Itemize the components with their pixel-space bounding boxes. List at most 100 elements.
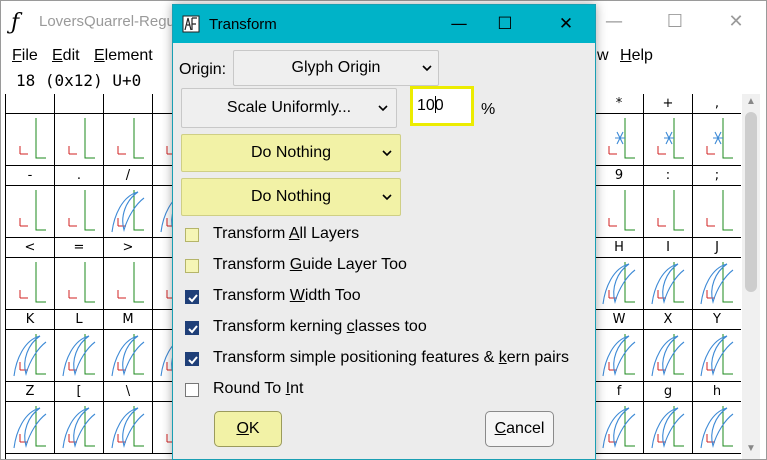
glyph-cell[interactable] <box>644 186 693 237</box>
dialog-maximize-icon[interactable]: ☐ <box>489 11 521 37</box>
scroll-thumb[interactable] <box>745 112 757 292</box>
minimize-icon[interactable]: — <box>599 9 629 35</box>
scale-percent-input[interactable]: 100 <box>410 86 474 126</box>
glyph-label: h <box>712 384 722 399</box>
glyph-cell[interactable] <box>6 402 55 453</box>
glyph-cell[interactable] <box>104 186 153 237</box>
glyph-cell-label[interactable]: L <box>55 310 104 329</box>
glyph-cell-label[interactable]: < <box>6 238 55 257</box>
glyph-cell-label[interactable]: - <box>6 166 55 185</box>
glyph-cell-label[interactable]: H <box>595 238 644 257</box>
ok-button[interactable]: OK <box>214 411 282 447</box>
transform-type-dropdown[interactable]: Scale Uniformly... <box>181 88 397 128</box>
glyph-cell[interactable] <box>644 402 693 453</box>
glyph-cell-label[interactable]: * <box>595 94 644 113</box>
glyph-cell[interactable] <box>55 402 104 453</box>
glyph-cell[interactable] <box>644 114 693 165</box>
maximize-icon[interactable]: ☐ <box>660 9 690 35</box>
glyph-cell[interactable] <box>55 186 104 237</box>
glyph-cell-label[interactable]: f <box>595 382 644 401</box>
second-transform-dropdown[interactable]: Do Nothing <box>181 134 401 172</box>
checkbox-width[interactable] <box>185 290 199 304</box>
glyph-cell-label[interactable]: ; <box>693 166 741 185</box>
glyph-cell[interactable] <box>644 330 693 381</box>
checkbox-all-layers[interactable] <box>185 228 199 242</box>
glyph-label: Z <box>25 384 35 399</box>
glyph-cell-label[interactable]: g <box>644 382 693 401</box>
glyph-cell[interactable] <box>6 114 55 165</box>
checkmark-icon <box>188 294 198 303</box>
scroll-down-icon[interactable]: ▼ <box>745 444 757 454</box>
glyph-info-line: 18 (0x12) U+0 <box>16 71 142 90</box>
glyph-cell[interactable] <box>693 330 741 381</box>
chevron-down-icon <box>378 105 388 112</box>
glyph-cell-label[interactable]: + <box>644 94 693 113</box>
glyph-cell-label[interactable]: / <box>104 166 153 185</box>
glyph-cell-label[interactable]: > <box>104 238 153 257</box>
dialog-titlebar[interactable]: Transform — ☐ ✕ <box>173 5 595 43</box>
glyph-cell-label[interactable]: Y <box>693 310 741 329</box>
glyph-cell-label[interactable]: 9 <box>595 166 644 185</box>
dialog-minimize-icon[interactable]: — <box>443 11 475 37</box>
glyph-cell-label[interactable]: . <box>55 166 104 185</box>
glyph-cell-label[interactable]: J <box>693 238 741 257</box>
glyph-cell-label[interactable]: : <box>644 166 693 185</box>
menu-edit[interactable]: Edit <box>52 47 80 65</box>
grid-scrollbar[interactable]: ▲ ▼ <box>742 94 760 459</box>
glyph-cell[interactable] <box>595 402 644 453</box>
glyph-cell[interactable] <box>693 402 741 453</box>
glyph-cell-label[interactable]: Z <box>6 382 55 401</box>
checkbox-kerning-classes[interactable] <box>185 321 199 335</box>
glyph-cell[interactable] <box>693 186 741 237</box>
glyph-label: < <box>24 240 36 255</box>
menu-element[interactable]: Element <box>94 47 153 65</box>
checkbox-guide-layer[interactable] <box>185 259 199 273</box>
glyph-cell[interactable] <box>595 330 644 381</box>
glyph-cell-label[interactable] <box>55 94 104 113</box>
scroll-up-icon[interactable]: ▲ <box>745 97 757 107</box>
menu-help-label: elp <box>631 47 653 64</box>
glyph-cell[interactable] <box>104 330 153 381</box>
close-icon[interactable]: ✕ <box>721 9 751 35</box>
glyph-cell[interactable] <box>595 186 644 237</box>
glyph-label: K <box>25 312 35 327</box>
glyph-cell-label[interactable]: = <box>55 238 104 257</box>
menu-view[interactable]: w <box>597 47 609 65</box>
glyph-cell-label[interactable]: W <box>595 310 644 329</box>
checkbox-round-to-int[interactable] <box>185 383 199 397</box>
dialog-close-icon[interactable]: ✕ <box>550 11 582 37</box>
glyph-label: W <box>612 312 626 327</box>
glyph-cell[interactable] <box>6 330 55 381</box>
menu-help[interactable]: Help <box>620 47 653 65</box>
option-label-guide-layer: Transform Guide Layer Too <box>213 256 407 273</box>
glyph-cell[interactable] <box>6 186 55 237</box>
glyph-cell[interactable] <box>55 114 104 165</box>
glyph-cell[interactable] <box>693 258 741 309</box>
glyph-cell[interactable] <box>104 114 153 165</box>
glyph-cell-label[interactable]: \ <box>104 382 153 401</box>
glyph-cell[interactable] <box>644 258 693 309</box>
glyph-label: - <box>27 168 33 183</box>
glyph-cell[interactable] <box>6 258 55 309</box>
glyph-cell[interactable] <box>104 402 153 453</box>
origin-dropdown[interactable]: Glyph Origin <box>233 50 439 86</box>
glyph-cell[interactable] <box>55 258 104 309</box>
glyph-cell-label[interactable]: I <box>644 238 693 257</box>
menu-file[interactable]: File <box>12 47 38 65</box>
glyph-cell[interactable] <box>55 330 104 381</box>
glyph-cell[interactable] <box>104 258 153 309</box>
glyph-cell-label[interactable] <box>6 94 55 113</box>
glyph-cell-label[interactable]: X <box>644 310 693 329</box>
glyph-cell-label[interactable]: [ <box>55 382 104 401</box>
glyph-cell-label[interactable] <box>104 94 153 113</box>
glyph-cell-label[interactable]: , <box>693 94 741 113</box>
third-transform-dropdown[interactable]: Do Nothing <box>181 178 401 216</box>
cancel-button[interactable]: Cancel <box>485 411 554 447</box>
checkbox-positioning-features[interactable] <box>185 352 199 366</box>
glyph-cell-label[interactable]: K <box>6 310 55 329</box>
glyph-cell[interactable] <box>595 258 644 309</box>
glyph-cell[interactable] <box>595 114 644 165</box>
glyph-cell-label[interactable]: M <box>104 310 153 329</box>
glyph-cell-label[interactable]: h <box>693 382 741 401</box>
glyph-cell[interactable] <box>693 114 741 165</box>
